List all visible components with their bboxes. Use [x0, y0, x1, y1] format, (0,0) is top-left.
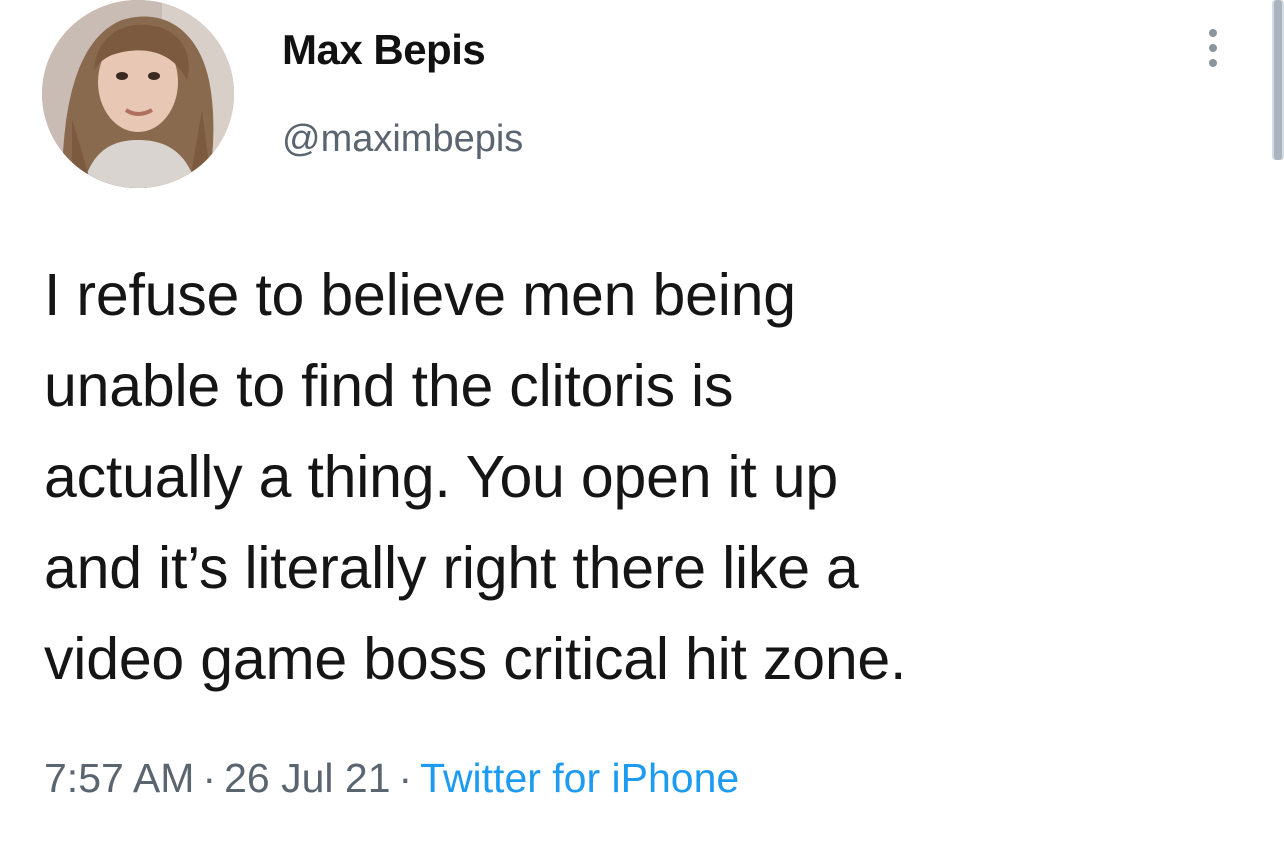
- tweet-card: Max Bepis @maximbepis I refuse to believ…: [0, 0, 1284, 845]
- tweet-source-link[interactable]: Twitter for iPhone: [420, 755, 739, 801]
- profile-photo-icon: [42, 0, 234, 188]
- tweet-text: I refuse to believe men being unable to …: [44, 262, 907, 692]
- scrollbar-thumb[interactable]: [1274, 0, 1282, 160]
- author-display-name[interactable]: Max Bepis: [282, 26, 486, 74]
- tweet-time[interactable]: 7:57 AM: [44, 755, 194, 801]
- more-vertical-icon-dot: [1209, 44, 1217, 52]
- more-vertical-icon-dot: [1209, 59, 1217, 67]
- meta-separator: ·: [202, 755, 217, 801]
- meta-separator: ·: [398, 755, 413, 801]
- scrollbar[interactable]: [1272, 0, 1284, 160]
- avatar[interactable]: [42, 0, 234, 188]
- tweet-date[interactable]: 26 Jul 21: [224, 755, 390, 801]
- more-options-button[interactable]: [1196, 20, 1230, 76]
- tweet-meta: 7:57 AM · 26 Jul 21 · Twitter for iPhone: [44, 755, 739, 802]
- more-vertical-icon: [1209, 29, 1217, 37]
- author-handle[interactable]: @maximbepis: [282, 118, 523, 161]
